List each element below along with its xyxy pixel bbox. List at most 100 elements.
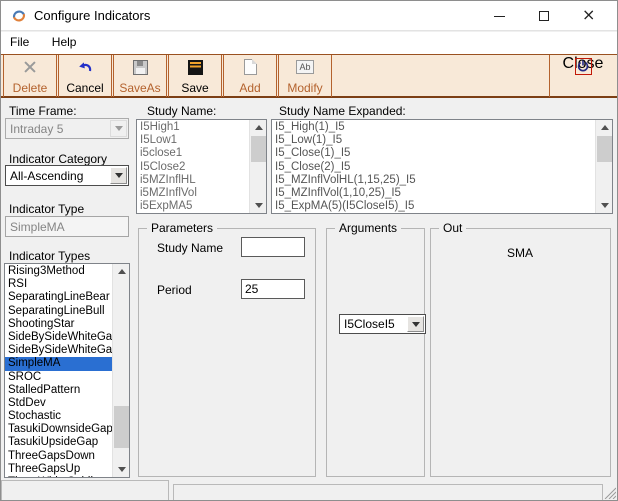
indicator-category-label: Indicator Category xyxy=(9,152,107,166)
minimize-button[interactable] xyxy=(477,1,521,31)
resize-grip[interactable] xyxy=(603,487,616,499)
maximize-button[interactable] xyxy=(522,1,566,31)
window-title: Configure Indicators xyxy=(34,8,150,23)
list-item-selected[interactable]: SimpleMA xyxy=(5,357,112,370)
list-item[interactable]: Stochastic xyxy=(5,410,112,423)
cancel-label: Cancel xyxy=(59,81,111,95)
time-frame-label: Time Frame: xyxy=(9,104,77,118)
delete-button[interactable]: Delete xyxy=(3,55,57,97)
modify-button[interactable]: Ab Modify xyxy=(278,55,332,97)
save-as-label: SaveAs xyxy=(114,81,166,95)
arguments-group: Arguments xyxy=(326,228,425,477)
scrollbar-thumb[interactable] xyxy=(597,136,612,162)
list-item[interactable]: Rising3Method xyxy=(5,265,112,278)
scrollbar-thumb[interactable] xyxy=(251,136,266,162)
list-item[interactable]: ThreeGapsUp xyxy=(5,463,112,476)
undo-arrow-icon xyxy=(76,59,94,75)
list-item[interactable]: ShootingStar xyxy=(5,318,112,331)
scroll-up-icon[interactable] xyxy=(250,120,267,135)
list-item[interactable]: RSI xyxy=(5,278,112,291)
indicator-types-scrollbar[interactable] xyxy=(112,264,129,477)
power-icon xyxy=(575,58,592,75)
study-name-listbox: I5High1 I5Low1 i5close1 I5Close2 i5MZInf… xyxy=(136,119,267,214)
study-name-scrollbar[interactable] xyxy=(249,120,266,213)
study-name-expanded-listbox: I5_High(1)_I5 I5_Low(1)_I5 I5_Close(1)_I… xyxy=(271,119,613,214)
time-frame-dropdown-arrow-icon xyxy=(110,120,127,137)
maximize-icon xyxy=(539,11,549,21)
time-frame-combo: Intraday 5 xyxy=(5,118,129,139)
close-window-button[interactable]: × xyxy=(568,1,612,31)
blank-page-icon xyxy=(244,59,257,75)
indicator-category-combo[interactable]: All-Ascending xyxy=(5,165,129,186)
parameters-group: Parameters xyxy=(138,228,316,477)
argument-combo[interactable]: I5CloseI5 xyxy=(339,314,426,334)
scroll-up-icon[interactable] xyxy=(596,120,613,135)
arguments-title: Arguments xyxy=(335,221,401,235)
scroll-down-icon[interactable] xyxy=(113,462,130,477)
indicator-type-label: Indicator Type xyxy=(9,202,84,216)
add-label: Add xyxy=(224,81,276,95)
modify-label: Modify xyxy=(279,81,331,95)
list-item[interactable]: i5MZInflHL xyxy=(137,174,249,187)
indicator-category-dropdown-arrow-icon[interactable] xyxy=(110,167,127,184)
list-item[interactable]: I5_MZInflVol(1,10,25)_I5 xyxy=(272,187,595,200)
save-as-floppy-icon xyxy=(133,60,148,75)
list-item[interactable]: SROC xyxy=(5,371,112,384)
indicator-type-value: SimpleMA xyxy=(10,220,65,234)
param-period-input[interactable] xyxy=(241,279,305,299)
menu-file[interactable]: File xyxy=(1,32,38,54)
menu-bar: File Help xyxy=(1,32,617,54)
list-item[interactable]: SideBySideWhiteGap xyxy=(5,344,112,357)
list-item[interactable]: TasukiDownsideGap xyxy=(5,423,112,436)
list-item[interactable]: SideBySideWhiteGap xyxy=(5,331,112,344)
study-name-expanded-scrollbar[interactable] xyxy=(595,120,612,213)
study-name-label: Study Name: xyxy=(147,104,216,118)
list-item[interactable]: I5_Close(2)_I5 xyxy=(272,161,595,174)
save-label: Save xyxy=(169,81,221,95)
list-item[interactable]: I5_ExpMA(5)(I5CloseI5)_I5 xyxy=(272,200,595,213)
list-item[interactable]: I5_High(1)_I5 xyxy=(272,121,595,134)
add-button[interactable]: Add xyxy=(223,55,277,97)
scrollbar-thumb[interactable] xyxy=(114,406,129,448)
scroll-up-icon[interactable] xyxy=(113,264,130,279)
parameters-title: Parameters xyxy=(147,221,217,235)
toolbar: Delete Cancel SaveAs Save Add Ab Modify xyxy=(1,54,617,98)
list-item[interactable]: ThreeWhiteSoldiers xyxy=(5,476,112,478)
param-period-label: Period xyxy=(157,283,192,297)
save-floppy-icon xyxy=(188,60,203,75)
app-logo-icon xyxy=(11,8,27,24)
out-value: SMA xyxy=(507,246,533,260)
indicator-type-field: SimpleMA xyxy=(5,216,129,237)
list-item[interactable]: ThreeGapsDown xyxy=(5,450,112,463)
save-button[interactable]: Save xyxy=(168,55,222,97)
list-item[interactable]: I5High1 xyxy=(137,121,249,134)
list-item[interactable]: I5_MZInflVolHL(1,15,25)_I5 xyxy=(272,174,595,187)
title-bar: Configure Indicators × xyxy=(1,1,617,31)
list-item[interactable]: SeparatingLineBear xyxy=(5,291,112,304)
close-icon: × xyxy=(582,5,595,24)
save-as-button[interactable]: SaveAs xyxy=(113,55,167,97)
list-item[interactable]: SeparatingLineBull xyxy=(5,305,112,318)
list-item[interactable]: i5close1 xyxy=(137,147,249,160)
argument-dropdown-arrow-icon[interactable] xyxy=(407,316,424,332)
indicator-types-label: Indicator Types xyxy=(9,249,90,263)
scroll-down-icon[interactable] xyxy=(250,198,267,213)
close-button[interactable]: Close xyxy=(549,55,616,97)
ab-modify-icon: Ab xyxy=(296,60,314,74)
list-item[interactable]: i5MZInflVol xyxy=(137,187,249,200)
list-item[interactable]: I5Low1 xyxy=(137,134,249,147)
list-item[interactable]: StalledPattern xyxy=(5,384,112,397)
cancel-button[interactable]: Cancel xyxy=(58,55,112,97)
list-item[interactable]: I5_Low(1)_I5 xyxy=(272,134,595,147)
time-frame-value: Intraday 5 xyxy=(10,122,63,136)
list-item[interactable]: TasukiUpsideGap xyxy=(5,436,112,449)
menu-help[interactable]: Help xyxy=(43,32,86,54)
delete-label: Delete xyxy=(4,81,56,95)
study-name-expanded-label: Study Name Expanded: xyxy=(279,104,406,118)
list-item[interactable]: I5_Close(1)_I5 xyxy=(272,147,595,160)
list-item[interactable]: I5Close2 xyxy=(137,161,249,174)
param-study-name-input[interactable] xyxy=(241,237,305,257)
list-item[interactable]: StdDev xyxy=(5,397,112,410)
list-item[interactable]: i5ExpMA5 xyxy=(137,200,249,213)
scroll-down-icon[interactable] xyxy=(596,198,613,213)
